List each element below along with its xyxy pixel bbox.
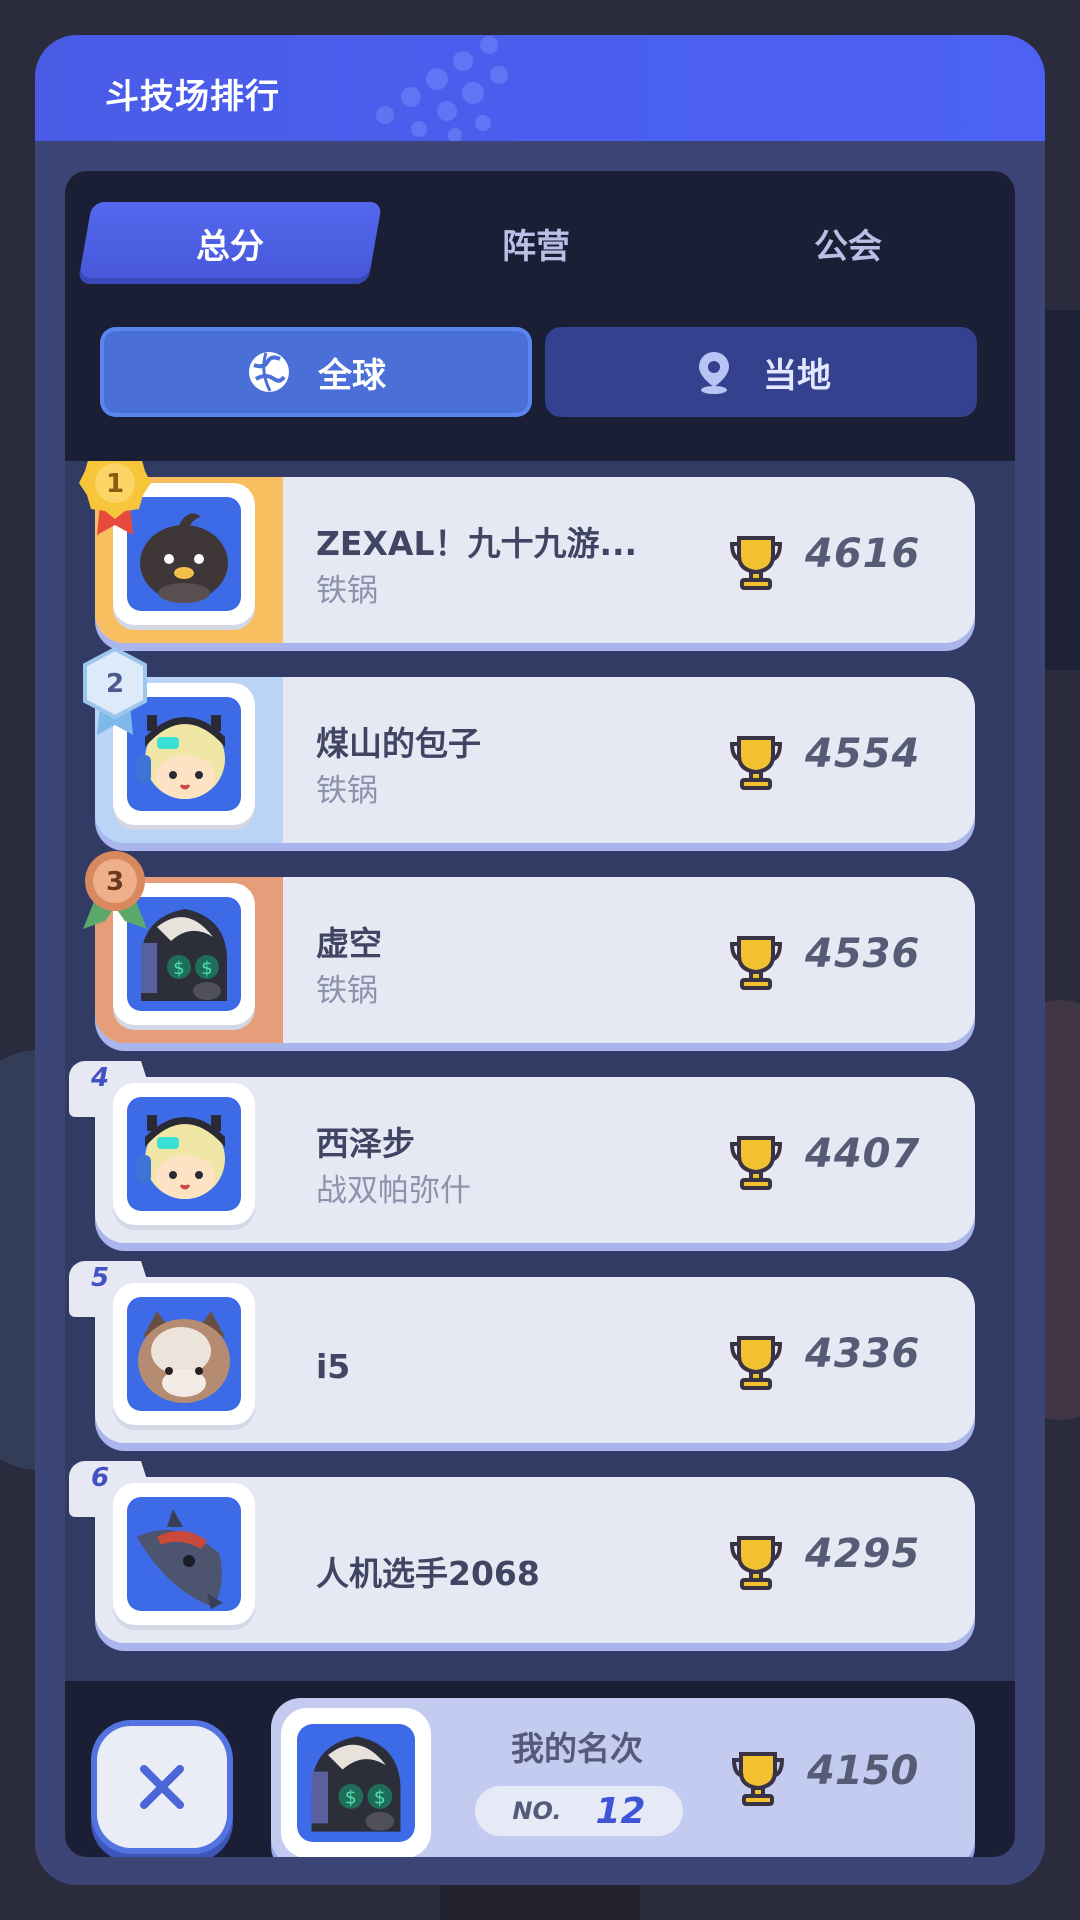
list-item[interactable]: 5 i5 4336 <box>65 1261 1015 1443</box>
avatar <box>113 1083 255 1225</box>
avatar <box>113 1483 255 1625</box>
headset-kid-avatar-icon <box>137 1115 225 1199</box>
globe-icon <box>249 352 289 392</box>
player-name: 虚空 <box>316 924 382 963</box>
svg-text:3: 3 <box>106 867 124 897</box>
my-rank-card: $ $ 我的名次 NO. 12 4150 <box>271 1698 975 1857</box>
masked-hood-avatar-icon: $ $ <box>311 1736 401 1832</box>
ranking-content: 总分 阵营 公会 全球 当地 1 ZEXAL！九十九游... 铁锅 4616 2… <box>65 171 1015 1857</box>
trophy-icon <box>729 936 783 990</box>
rank-number: 6 <box>91 1463 110 1493</box>
player-score: 4616 <box>805 531 921 577</box>
my-rank-bar: $ $ 我的名次 NO. 12 4150 <box>65 1681 1015 1857</box>
player-score: 4336 <box>805 1331 921 1377</box>
list-item[interactable]: 6 人机选手2068 4295 <box>65 1461 1015 1643</box>
gold-medal-icon: 1 <box>79 461 151 535</box>
player-guild: 铁锅 <box>316 573 378 609</box>
leaderboard-list[interactable]: 1 ZEXAL！九十九游... 铁锅 4616 2 煤山的包子 铁锅 4554 … <box>65 461 1015 1817</box>
panel-header: 斗技场排行 <box>35 35 1045 141</box>
tab-faction[interactable]: 阵营 <box>391 202 681 284</box>
list-item[interactable]: $ $ 3 虚空 铁锅 4536 <box>65 851 1015 1043</box>
trophy-icon <box>729 736 783 790</box>
player-guild: 战双帕弥什 <box>316 1173 471 1209</box>
player-guild: 铁锅 <box>316 773 378 809</box>
trophy-icon <box>729 1536 783 1590</box>
list-item[interactable]: 4 西泽步 战双帕弥什 4407 <box>65 1061 1015 1243</box>
svg-text:$: $ <box>374 1788 386 1809</box>
avatar <box>113 1283 255 1425</box>
player-score: 4554 <box>805 731 921 777</box>
player-name: i5 <box>316 1347 351 1386</box>
trophy-icon <box>729 1136 783 1190</box>
player-name: 西泽步 <box>316 1124 415 1163</box>
trophy-icon <box>729 1336 783 1390</box>
my-score: 4150 <box>807 1748 919 1794</box>
list-item[interactable]: 2 煤山的包子 铁锅 4554 <box>65 646 1015 843</box>
tab-total-score[interactable]: 总分 <box>85 202 375 284</box>
close-icon <box>140 1765 184 1809</box>
tab-guild[interactable]: 公会 <box>703 202 993 284</box>
trophy-icon <box>731 1752 785 1806</box>
fish-avatar-icon <box>137 1509 223 1609</box>
silver-medal-icon: 2 <box>83 646 147 735</box>
svg-text:$: $ <box>345 1788 357 1809</box>
player-guild: 铁锅 <box>316 973 378 1009</box>
player-name: 煤山的包子 <box>316 724 481 763</box>
svg-text:$: $ <box>173 958 184 979</box>
svg-text:2: 2 <box>106 669 124 699</box>
svg-text:1: 1 <box>106 469 124 499</box>
player-score: 4295 <box>805 1531 921 1577</box>
rank-no-label: NO. <box>512 1797 562 1825</box>
bronze-medal-icon: 3 <box>83 851 147 929</box>
rank-number: 4 <box>91 1063 110 1093</box>
my-rank-number: 12 <box>595 1790 646 1832</box>
trophy-icon <box>729 536 783 590</box>
filter-area: 总分 阵营 公会 全球 当地 <box>65 171 1015 461</box>
hamster-avatar-icon <box>138 1311 230 1403</box>
my-rank-pill: NO. 12 <box>475 1786 683 1836</box>
svg-text:$: $ <box>201 958 212 979</box>
player-score: 4536 <box>805 931 921 977</box>
scope-local-button[interactable]: 当地 <box>545 327 977 417</box>
player-name: 人机选手2068 <box>316 1554 540 1593</box>
rank-number: 5 <box>91 1263 110 1293</box>
close-button[interactable] <box>97 1726 227 1848</box>
arena-ranking-panel: 斗技场排行 总分 阵营 公会 全球 当地 1 ZEXAL！九十九游... 铁锅 … <box>35 35 1045 1885</box>
avatar: $ $ <box>281 1708 431 1857</box>
player-name: ZEXAL！九十九游... <box>316 524 638 563</box>
list-item[interactable]: 1 ZEXAL！九十九游... 铁锅 4616 <box>65 461 1015 643</box>
location-pin-icon <box>699 352 729 394</box>
page-title: 斗技场排行 <box>105 77 280 117</box>
scope-global-button[interactable]: 全球 <box>100 327 532 417</box>
header-pattern-icon <box>376 36 508 141</box>
my-rank-label: 我的名次 <box>511 1729 643 1768</box>
player-score: 4407 <box>805 1131 921 1177</box>
